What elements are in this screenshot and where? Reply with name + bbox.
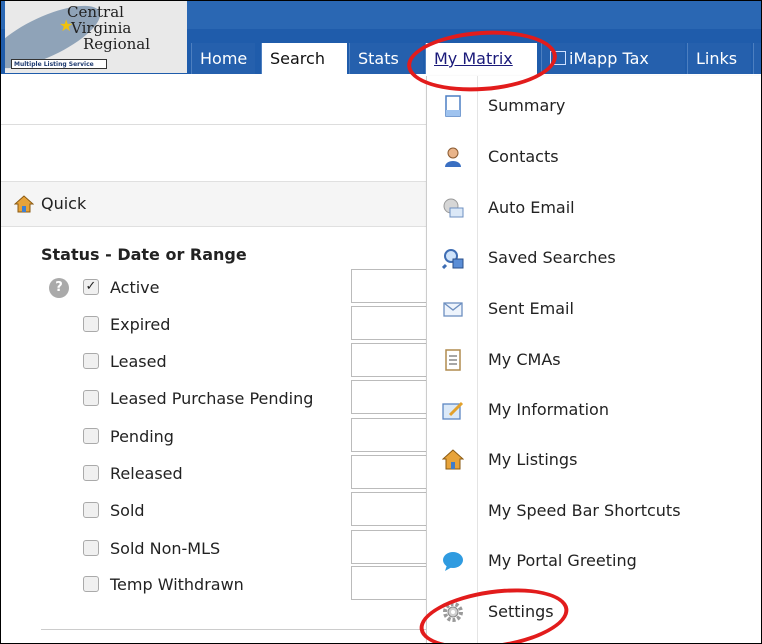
window-icon: [550, 51, 566, 65]
menu-item-summary[interactable]: Summary: [427, 81, 761, 131]
tab-home[interactable]: Home: [191, 43, 255, 74]
report-icon: [445, 349, 461, 371]
person-icon: [445, 147, 461, 167]
menu-item-label: My Information: [488, 400, 609, 419]
speech-bubble-icon: [443, 552, 463, 571]
menu-item-settings[interactable]: Settings: [427, 587, 761, 637]
status-date-input[interactable]: [351, 455, 431, 489]
divider: [41, 629, 431, 630]
houses-icon: [442, 449, 464, 470]
status-date-input[interactable]: [351, 418, 431, 452]
quick-search-label: Quick: [41, 194, 87, 213]
status-date-input[interactable]: [351, 306, 431, 340]
menu-item-label: Auto Email: [488, 198, 575, 217]
logo-subtitle: Multiple Listing Service: [11, 59, 107, 69]
menu-item-label: My CMAs: [488, 350, 561, 369]
menu-item-my-listings[interactable]: My Listings: [427, 435, 761, 485]
quick-search-bar[interactable]: Quick: [1, 181, 426, 227]
tab-my-matrix[interactable]: My Matrix: [425, 43, 537, 74]
checkbox[interactable]: [83, 353, 99, 369]
menu-item-label: Contacts: [488, 147, 559, 166]
menu-item-auto-email[interactable]: Auto Email: [427, 183, 761, 233]
checkbox[interactable]: [83, 465, 99, 481]
menu-item-label: Settings: [488, 602, 554, 621]
toolbar-area: [1, 74, 426, 125]
status-option-label: Released: [110, 464, 183, 483]
menu-item-my-cmas[interactable]: My CMAs: [427, 335, 761, 385]
status-option-label: Leased Purchase Pending: [110, 389, 314, 408]
menu-item-label: My Portal Greeting: [488, 551, 637, 570]
checkbox[interactable]: [83, 390, 99, 406]
saved-search-icon: [442, 249, 464, 269]
status-date-input[interactable]: [351, 343, 431, 377]
tab-imapp-tax-label: iMapp Tax: [569, 49, 649, 68]
logo-text-line-2: Virginia: [71, 19, 132, 37]
menu-item-saved-searches[interactable]: Saved Searches: [427, 233, 761, 283]
auto-email-icon: [443, 198, 464, 218]
checkbox[interactable]: [83, 540, 99, 556]
status-section-title: Status - Date or Range: [41, 245, 247, 264]
menu-item-label: Saved Searches: [488, 248, 616, 267]
status-option-label: Expired: [110, 315, 171, 334]
menu-item-label: Sent Email: [488, 299, 574, 318]
menu-item-my-information[interactable]: My Information: [427, 385, 761, 435]
status-option-label: Leased: [110, 352, 167, 371]
toolbar-area-secondary: [1, 125, 426, 180]
status-date-input[interactable]: [351, 530, 431, 564]
envelope-icon: [443, 302, 463, 317]
checkbox[interactable]: [83, 316, 99, 332]
status-date-input[interactable]: [351, 566, 431, 600]
status-option-label: Sold: [110, 501, 145, 520]
edit-info-icon: [442, 401, 464, 420]
logo[interactable]: Central ★ Virginia Regional Multiple Lis…: [5, 1, 187, 73]
menu-item-contacts[interactable]: Contacts: [427, 132, 761, 182]
tab-imapp-tax[interactable]: iMapp Tax: [541, 43, 685, 74]
menu-item-label: Summary: [488, 96, 566, 115]
checkbox[interactable]: ✓: [83, 279, 99, 295]
app-window: Central ★ Virginia Regional Multiple Lis…: [0, 0, 762, 644]
status-option-label: Sold Non-MLS: [110, 539, 221, 558]
menu-item-my-portal-greeting[interactable]: My Portal Greeting: [427, 536, 761, 586]
logo-text-line-1: Central: [67, 3, 124, 21]
logo-text-line-3: Regional: [83, 35, 151, 53]
status-date-input[interactable]: [351, 269, 431, 303]
menu-item-my-speed-bar-shortcuts[interactable]: My Speed Bar Shortcuts: [427, 486, 761, 536]
document-icon: [445, 95, 461, 117]
tab-links[interactable]: Links: [687, 43, 751, 74]
gear-icon: [443, 602, 463, 622]
menu-item-label: My Speed Bar Shortcuts: [488, 501, 681, 520]
header-bar: Central ★ Virginia Regional Multiple Lis…: [1, 1, 761, 74]
checkbox[interactable]: [83, 576, 99, 592]
status-option-label: Pending: [110, 427, 174, 446]
tab-overflow[interactable]: [753, 43, 761, 74]
menu-item-sent-email[interactable]: Sent Email: [427, 284, 761, 334]
help-icon[interactable]: ?: [49, 278, 69, 298]
tab-stats[interactable]: Stats: [349, 43, 423, 74]
checkbox[interactable]: [83, 428, 99, 444]
status-option-label: Active: [110, 278, 160, 297]
menu-item-label: My Listings: [488, 450, 578, 469]
checkbox[interactable]: [83, 502, 99, 518]
house-icon: [14, 195, 34, 213]
my-matrix-dropdown-menu: Summary Contacts Auto Email Saved Search…: [426, 76, 761, 643]
status-date-input[interactable]: [351, 380, 431, 414]
status-date-input[interactable]: [351, 492, 431, 526]
tab-search[interactable]: Search: [261, 43, 347, 74]
status-option-label: Temp Withdrawn: [110, 575, 244, 594]
